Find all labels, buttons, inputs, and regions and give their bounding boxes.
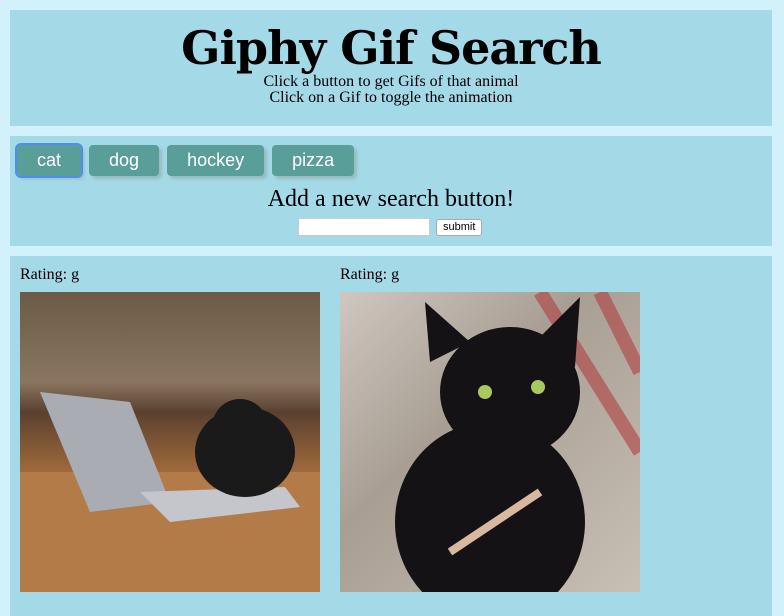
- new-search-input[interactable]: [298, 218, 430, 236]
- page-title: Giphy Gif Search: [181, 21, 602, 75]
- search-button-cat[interactable]: cat: [14, 143, 84, 178]
- add-form: submit: [298, 218, 483, 236]
- gif-image[interactable]: [340, 292, 640, 592]
- gif-rating: Rating: g: [340, 266, 400, 283]
- gif-card: Rating: g: [10, 266, 320, 592]
- cat-nailfile-illustration: [395, 292, 640, 592]
- instruction-2: Click on a Gif to toggle the animation: [269, 89, 513, 106]
- submit-button[interactable]: submit: [436, 218, 483, 236]
- gif-card: Rating: g: [330, 266, 640, 592]
- gif-rating: Rating: g: [20, 266, 80, 283]
- header-panel: Giphy Gif Search Click a button to get G…: [10, 10, 772, 126]
- search-button-hockey[interactable]: hockey: [167, 145, 265, 176]
- results-panel: Rating: g Rating: g: [10, 256, 772, 616]
- add-button-label: Add a new search button!: [267, 186, 515, 212]
- instruction-1: Click a button to get Gifs of that anima…: [263, 73, 519, 90]
- cat-laptop-illustration: [20, 392, 320, 592]
- gif-image[interactable]: [20, 292, 320, 592]
- search-button-pizza[interactable]: pizza: [272, 145, 355, 176]
- controls-panel: cat dog hockey pizza Add a new search bu…: [10, 136, 772, 246]
- search-button-dog[interactable]: dog: [89, 145, 160, 176]
